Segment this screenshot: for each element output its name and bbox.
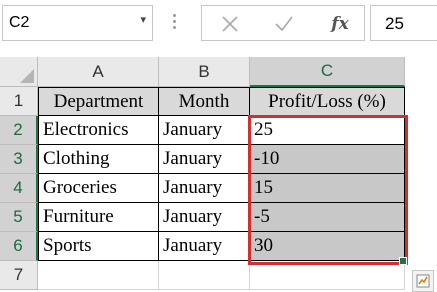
cell-b7[interactable] xyxy=(159,261,250,290)
cell-a4[interactable]: Groceries xyxy=(38,174,159,203)
cell-b4[interactable]: January xyxy=(159,174,250,203)
cell-c6[interactable]: 30 xyxy=(250,232,405,261)
cell-b1[interactable]: Month xyxy=(159,87,250,116)
cell-a5[interactable]: Furniture xyxy=(38,203,159,232)
grip-icon[interactable] xyxy=(172,14,178,34)
cell-b6[interactable]: January xyxy=(159,232,250,261)
cell-c1[interactable]: Profit/Loss (%) xyxy=(250,87,405,116)
cell-a2[interactable]: Electronics xyxy=(38,116,159,145)
column-header-c[interactable]: C xyxy=(250,57,405,87)
cell-a6[interactable]: Sports xyxy=(38,232,159,261)
close-icon xyxy=(222,16,238,32)
row-header-1[interactable]: 1 xyxy=(0,87,38,116)
cell-a7[interactable] xyxy=(38,261,159,290)
cell-a3[interactable]: Clothing xyxy=(38,145,159,174)
cancel-button[interactable] xyxy=(216,12,244,36)
insert-function-button[interactable]: fx xyxy=(326,12,354,36)
row-header-7[interactable]: 7 xyxy=(0,261,38,290)
cell-c2[interactable]: 25 xyxy=(250,116,405,145)
row-header-4[interactable]: 4 xyxy=(0,174,38,203)
cell-c7[interactable] xyxy=(250,261,405,290)
fx-icon: fx xyxy=(331,14,349,34)
name-box[interactable]: C2 ▾ xyxy=(2,5,153,41)
quick-analysis-button[interactable] xyxy=(412,270,434,292)
formula-value: 25 xyxy=(385,14,404,33)
cell-b3[interactable]: January xyxy=(159,145,250,174)
cell-b2[interactable]: January xyxy=(159,116,250,145)
column-header-b[interactable]: B xyxy=(159,57,250,87)
formula-input[interactable]: 25 xyxy=(370,5,437,41)
enter-button[interactable] xyxy=(270,12,298,36)
column-header-a[interactable]: A xyxy=(38,57,159,87)
cell-c3[interactable]: -10 xyxy=(250,145,405,174)
name-box-value: C2 xyxy=(9,14,30,31)
cell-c4[interactable]: 15 xyxy=(250,174,405,203)
row-header-3[interactable]: 3 xyxy=(0,145,38,174)
row-header-5[interactable]: 5 xyxy=(0,203,38,232)
check-icon xyxy=(275,16,293,32)
spreadsheet-grid: A B C 1 2 3 4 5 6 7 Department Month Pro… xyxy=(0,57,437,292)
formula-controls: fx xyxy=(201,5,365,41)
row-header-2[interactable]: 2 xyxy=(0,116,38,145)
chevron-down-icon[interactable]: ▾ xyxy=(140,13,146,26)
quick-analysis-icon xyxy=(416,274,430,288)
cell-c5[interactable]: -5 xyxy=(250,203,405,232)
select-all-button[interactable] xyxy=(0,57,38,87)
cell-b5[interactable]: January xyxy=(159,203,250,232)
select-all-icon xyxy=(20,69,34,83)
row-header-6[interactable]: 6 xyxy=(0,232,38,261)
formula-bar: C2 ▾ fx 25 xyxy=(0,0,437,50)
cell-a1[interactable]: Department xyxy=(38,87,159,116)
fill-handle[interactable] xyxy=(399,257,407,265)
